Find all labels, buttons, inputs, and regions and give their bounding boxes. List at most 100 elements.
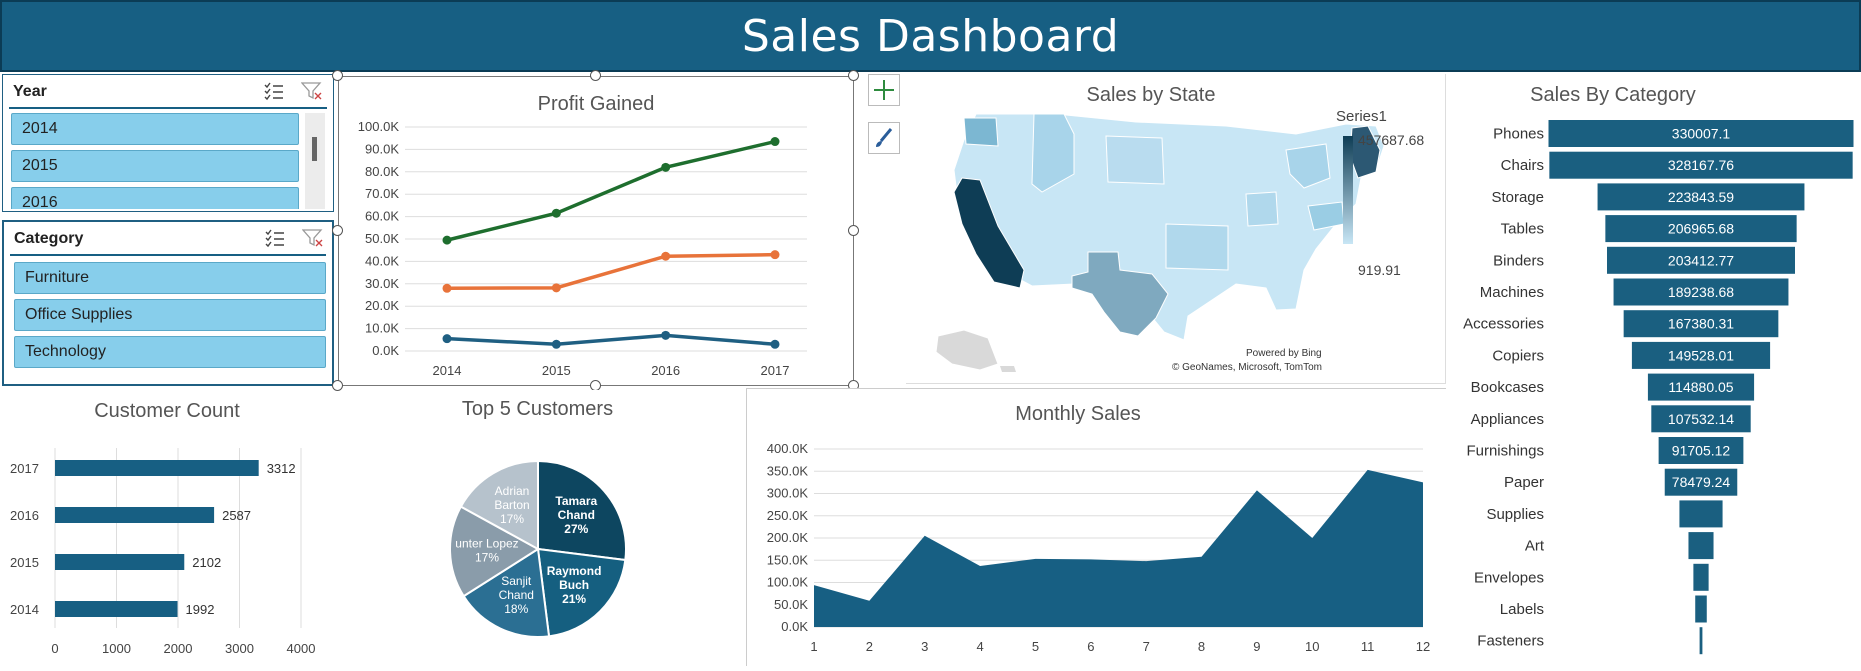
chart-elements-button[interactable]	[868, 74, 900, 106]
slice-label: 21%	[562, 592, 586, 606]
y-tick-label: 2017	[10, 461, 39, 476]
y-tick-label: 2016	[10, 508, 39, 523]
x-tick-label: 8	[1198, 639, 1205, 654]
resize-handle[interactable]	[848, 225, 859, 236]
category-sales-chart[interactable]: Sales By Category Phones 330007.1 Chairs 32…	[1448, 74, 1860, 666]
y-tick-label: 400.0K	[767, 441, 809, 456]
category-label: Supplies	[1486, 506, 1544, 523]
chart-styles-button[interactable]	[868, 122, 900, 154]
state-map-chart[interactable]: Sales by State Series1 457687.68 919.91 …	[906, 74, 1446, 384]
slice-label: unter Lopez	[455, 537, 518, 551]
resize-handle[interactable]	[590, 70, 601, 81]
category-label: Copiers	[1492, 347, 1544, 364]
slicer-item-furniture[interactable]: Furniture	[14, 262, 326, 294]
x-tick-label: 1	[810, 639, 817, 654]
data-point	[661, 251, 671, 261]
profit-chart[interactable]: Profit Gained 100.0K 90.0K 80.0K 70.0K 60.0K…	[338, 76, 854, 386]
data-label: 328167.76	[1668, 157, 1734, 173]
top-customers-chart[interactable]: Top 5 Customers Tamara Chand 27% Raymond Buc…	[410, 390, 665, 666]
y-tick-label: 10.0K	[365, 321, 399, 336]
y-tick-label: 90.0K	[365, 141, 399, 156]
data-label: 149528.01	[1668, 347, 1734, 363]
data-label: 223843.59	[1668, 189, 1734, 205]
slicer-item-office-supplies[interactable]: Office Supplies	[14, 299, 326, 331]
x-tick-label: 5	[1032, 639, 1039, 654]
data-label: 189238.68	[1668, 284, 1734, 300]
series-line	[446, 139, 776, 242]
category-label: Bookcases	[1471, 379, 1544, 396]
x-tick-label: 2015	[542, 363, 571, 378]
y-tick-label: 50.0K	[365, 231, 399, 246]
monthly-plot: 400.0K350.0K300.0K250.0K200.0K150.0K100.…	[767, 441, 1430, 654]
category-label: Phones	[1493, 126, 1544, 143]
category-label: Storage	[1491, 189, 1544, 206]
data-point	[770, 137, 780, 147]
funnel-bar	[1695, 595, 1707, 623]
legend-title: Series1	[1336, 108, 1387, 125]
data-label: 330007.1	[1672, 126, 1731, 142]
profit-plot: 100.0K 90.0K 80.0K 70.0K 60.0K 50.0K 40.0K 30.0…	[358, 119, 807, 378]
legend-min: 919.91	[1358, 262, 1401, 278]
slice-label: Tamara	[555, 494, 597, 508]
x-tick-label: 10	[1305, 639, 1319, 654]
bar	[55, 601, 178, 617]
data-label: 2102	[192, 555, 221, 570]
category-label: Paper	[1504, 474, 1544, 491]
data-label: 203412.77	[1668, 252, 1734, 268]
slicer-item-technology[interactable]: Technology	[14, 336, 326, 368]
year-slicer-list: 2014 2015 2016	[11, 113, 299, 209]
category-label: Labels	[1500, 601, 1544, 618]
data-point	[661, 162, 671, 172]
category-label: Chairs	[1501, 157, 1544, 174]
y-tick-label: 30.0K	[365, 276, 399, 291]
slicer-item-2016[interactable]: 2016	[11, 187, 299, 209]
year-slicer-title: Year	[13, 83, 47, 100]
resize-handle[interactable]	[332, 70, 343, 81]
funnel-bar	[1688, 532, 1714, 560]
customer-count-chart[interactable]: Customer Count 0 1000 2000 3000 4000 2017 3312…	[0, 390, 334, 666]
data-label: 206965.68	[1668, 221, 1734, 237]
monthly-sales-chart[interactable]: Monthly Sales 400.0K 350.0K 300.0K 250.0K 20…	[746, 388, 1446, 666]
plus-icon	[874, 80, 894, 100]
slice-label: 17%	[500, 512, 524, 526]
series-line	[446, 252, 776, 291]
resize-handle[interactable]	[848, 70, 859, 81]
slice-label: 17%	[475, 551, 499, 565]
clear-filter-icon[interactable]	[302, 228, 324, 248]
legend-max: 457687.68	[1358, 132, 1425, 148]
year-slicer: Year 2014 2015 2016	[2, 74, 334, 212]
data-point	[442, 283, 452, 293]
multi-select-icon[interactable]	[264, 228, 286, 248]
y-tick-label: 2014	[10, 602, 39, 617]
category-label: Tables	[1501, 221, 1544, 238]
y-tick-label: 200.0K	[767, 530, 809, 545]
y-tick-label: 100.0K	[358, 119, 400, 134]
y-tick-label: 40.0K	[365, 253, 399, 268]
bar	[55, 507, 215, 523]
y-tick-label: 0.0K	[372, 343, 399, 358]
category-slicer: Category Furniture Office Supplies Techn…	[2, 220, 334, 386]
legend-gradient	[1343, 136, 1353, 244]
funnel-bar	[1679, 500, 1723, 528]
multi-select-icon[interactable]	[263, 81, 285, 101]
category-label: Accessories	[1463, 316, 1544, 333]
x-tick-label: 2014	[433, 363, 462, 378]
map-credit: Powered by Bing	[1246, 348, 1322, 359]
slice-label: Adrian	[495, 484, 530, 498]
slice-label: Chand	[558, 508, 595, 522]
slicer-item-2014[interactable]: 2014	[11, 113, 299, 145]
category-label: Binders	[1493, 252, 1544, 269]
x-tick-label: 9	[1253, 639, 1260, 654]
scrollbar-thumb[interactable]	[312, 137, 317, 161]
y-tick-label: 300.0K	[767, 486, 809, 501]
year-slicer-scrollbar[interactable]	[305, 113, 325, 209]
x-tick-label: 2	[866, 639, 873, 654]
y-tick-label: 60.0K	[365, 209, 399, 224]
year-slicer-header: Year	[9, 75, 327, 109]
x-tick-label: 11	[1361, 639, 1375, 654]
clear-filter-icon[interactable]	[301, 81, 323, 101]
resize-handle[interactable]	[332, 225, 343, 236]
slicer-item-2015[interactable]: 2015	[11, 150, 299, 182]
category-label: Furnishings	[1466, 443, 1544, 460]
slice-label: Buch	[559, 578, 589, 592]
